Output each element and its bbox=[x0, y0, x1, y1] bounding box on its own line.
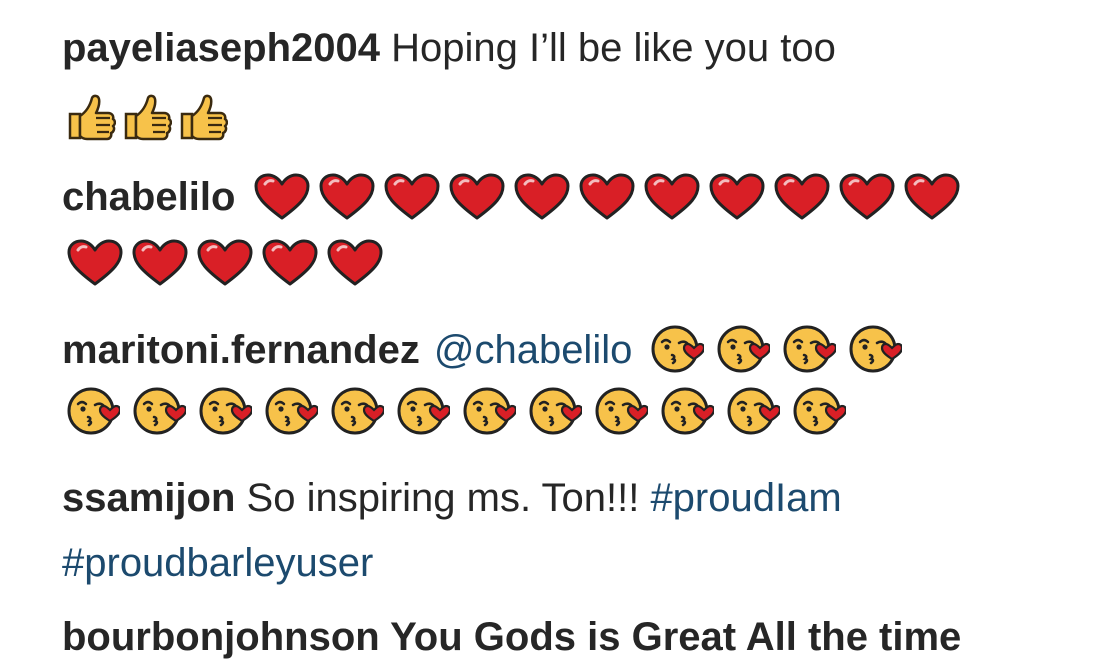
kissing-face-icon bbox=[848, 324, 903, 376]
comment-text: Hoping I’ll be like you too bbox=[391, 26, 836, 70]
red-heart-icon bbox=[196, 238, 254, 288]
comment-item: #proudbarleyuser bbox=[62, 540, 1062, 586]
comment-text: So inspiring ms. Ton!!! bbox=[246, 476, 640, 520]
kissing-face-icon bbox=[396, 386, 450, 438]
kissing-face-icon bbox=[528, 386, 582, 438]
red-heart-icon bbox=[773, 172, 831, 222]
red-heart-icon bbox=[448, 172, 506, 222]
emoji-row bbox=[253, 172, 961, 222]
kissing-face-icon bbox=[462, 386, 516, 438]
red-heart-icon bbox=[318, 172, 376, 222]
kissing-face-icon bbox=[716, 324, 771, 376]
emoji-row bbox=[66, 386, 846, 438]
red-heart-icon bbox=[383, 172, 441, 222]
hashtag-link[interactable]: #proudbarleyuser bbox=[62, 541, 373, 585]
kissing-face-icon bbox=[650, 324, 705, 376]
red-heart-icon bbox=[903, 172, 961, 222]
kissing-face-icon bbox=[782, 324, 837, 376]
comment-item: maritoni.fernandez @chabelilo bbox=[62, 324, 903, 376]
thumbs-up-icon bbox=[64, 94, 116, 142]
red-heart-icon bbox=[513, 172, 571, 222]
comment-username[interactable]: payeliaseph2004 bbox=[62, 26, 380, 70]
red-heart-icon bbox=[131, 238, 189, 288]
comment-username[interactable]: chabelilo bbox=[62, 174, 235, 220]
emoji-row bbox=[64, 94, 228, 142]
kissing-face-icon bbox=[132, 386, 186, 438]
thumbs-up-icon bbox=[120, 94, 172, 142]
red-heart-icon bbox=[643, 172, 701, 222]
kissing-face-icon bbox=[594, 386, 648, 438]
kissing-face-icon bbox=[726, 386, 780, 438]
red-heart-icon bbox=[708, 172, 766, 222]
comment-username[interactable]: ssamijon bbox=[62, 476, 235, 520]
thumbs-up-icon bbox=[176, 94, 228, 142]
comment-username[interactable]: maritoni.fernandez bbox=[62, 327, 420, 373]
kissing-face-icon bbox=[198, 386, 252, 438]
comment-item: ssamijon So inspiring ms. Ton!!! #proudI… bbox=[62, 475, 1062, 521]
kissing-face-icon bbox=[660, 386, 714, 438]
red-heart-icon bbox=[261, 238, 319, 288]
partial-comment: bourbonjohnson You Gods is Great All the… bbox=[62, 615, 962, 659]
hashtag-link[interactable]: #proudIam bbox=[650, 476, 841, 520]
kissing-face-icon bbox=[264, 386, 318, 438]
red-heart-icon bbox=[326, 238, 384, 288]
emoji-row bbox=[650, 324, 903, 376]
red-heart-icon bbox=[578, 172, 636, 222]
kissing-face-icon bbox=[330, 386, 384, 438]
kissing-face-icon bbox=[792, 386, 846, 438]
red-heart-icon bbox=[838, 172, 896, 222]
comment-mention-link[interactable]: @chabelilo bbox=[434, 327, 633, 373]
comment-item: payeliaseph2004 Hoping I’ll be like you … bbox=[62, 25, 1062, 71]
comment-item: chabelilo bbox=[62, 172, 961, 222]
red-heart-icon bbox=[253, 172, 311, 222]
emoji-row bbox=[66, 238, 384, 288]
red-heart-icon bbox=[66, 238, 124, 288]
kissing-face-icon bbox=[66, 386, 120, 438]
